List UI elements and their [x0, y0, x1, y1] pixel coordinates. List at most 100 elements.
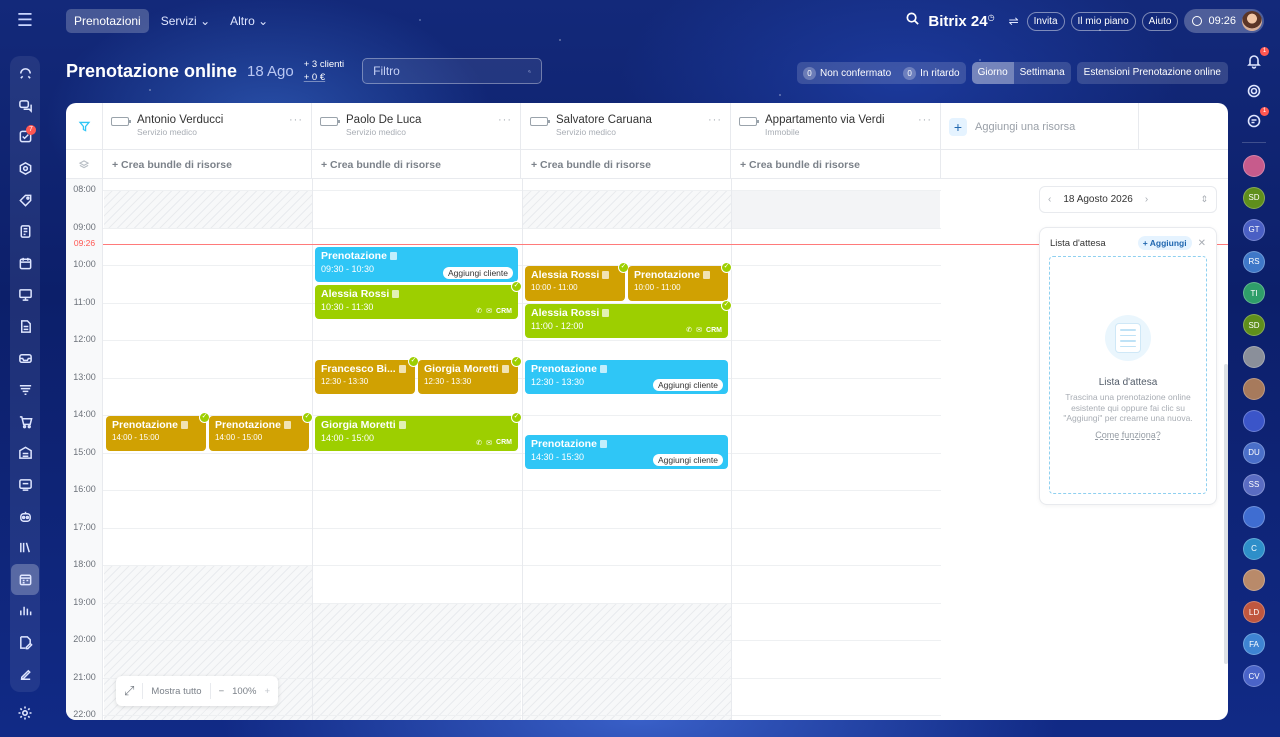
sidebar-item-workspace[interactable]	[11, 279, 39, 311]
recent-chat-avatar[interactable]: C	[1243, 537, 1265, 560]
more-options-icon[interactable]: ···	[498, 114, 512, 126]
expand-icon[interactable]: ⤢	[124, 683, 134, 699]
add-client-button[interactable]: Aggiungi cliente	[652, 379, 723, 392]
recent-chat-avatar[interactable]: FA	[1243, 633, 1265, 656]
nav-prenotazioni[interactable]: Prenotazioni	[66, 9, 149, 33]
crm-label[interactable]: CRM	[496, 308, 512, 315]
recent-chat-avatar[interactable]	[1243, 378, 1265, 401]
invite-button[interactable]: Invita	[1026, 11, 1065, 31]
avatar[interactable]	[1242, 11, 1262, 31]
zoom-out-button[interactable]: −	[219, 686, 225, 697]
recent-chat-avatar[interactable]	[1243, 154, 1265, 177]
recent-chat-avatar[interactable]	[1243, 569, 1265, 592]
message-icon[interactable]: ✉	[696, 326, 702, 334]
worktime-pill[interactable]: 09:26	[1184, 9, 1264, 33]
more-options-icon[interactable]: ···	[918, 114, 932, 126]
phone-icon[interactable]: ✆	[476, 439, 482, 447]
recent-chat-avatar[interactable]: SD	[1243, 314, 1265, 337]
nav-altro[interactable]: Altro ⌄	[222, 9, 276, 33]
booking-card[interactable]: Prenotazione 09:30 - 10:30 Aggiungi client…	[315, 247, 518, 282]
chevron-updown-icon[interactable]: ⇕	[1200, 194, 1208, 205]
my-plan-button[interactable]: Il mio piano	[1070, 11, 1136, 31]
resource-column-header[interactable]: Appartamento via Verdi Immobile ···	[731, 103, 941, 150]
message-icon[interactable]: ✉	[486, 307, 492, 315]
more-options-icon[interactable]: ···	[708, 114, 722, 126]
recent-chat-avatar[interactable]: RS	[1243, 250, 1265, 273]
sidebar-item-crm[interactable]	[11, 153, 39, 185]
create-bundle-button[interactable]: + Crea bundle di risorse	[522, 150, 731, 179]
resource-column-header[interactable]: Salvatore Caruana Servizio medico ···	[522, 103, 731, 150]
sidebar-item-calendar[interactable]	[11, 248, 39, 280]
sidebar-item-chats[interactable]	[11, 90, 39, 122]
view-week-button[interactable]: Settimana	[1014, 62, 1071, 84]
settings-button[interactable]	[0, 705, 50, 721]
waitlist-add-button[interactable]: + Aggiungi	[1137, 236, 1192, 250]
booking-card[interactable]: Prenotazione 14:30 - 15:30 Aggiungi client…	[525, 434, 728, 470]
chevron-left-icon[interactable]: ‹	[1048, 194, 1051, 205]
booking-card[interactable]: Prenotazione 10:00 - 11:00 ✓	[628, 262, 732, 301]
sidebar-item-booking[interactable]	[11, 563, 39, 596]
recent-chat-avatar[interactable]: TI	[1243, 282, 1265, 305]
create-bundle-button[interactable]: + Crea bundle di risorse	[731, 150, 941, 179]
zoom-in-button[interactable]: +	[264, 686, 270, 697]
help-button[interactable]: Aiuto	[1141, 11, 1179, 31]
recent-chat-avatar[interactable]	[1243, 346, 1265, 369]
recent-chat-avatar[interactable]	[1243, 410, 1265, 433]
booking-card[interactable]: Giorgia Moretti 14:00 - 15:00 ✓ ✆ ✉ CRM	[315, 412, 522, 451]
resource-column-header[interactable]: Antonio Verducci Servizio medico ···	[103, 103, 312, 150]
resource-filter-button[interactable]	[66, 103, 103, 150]
sidebar-item-analytics[interactable]	[11, 595, 39, 627]
sidebar-item-drive[interactable]	[11, 311, 39, 343]
date-picker[interactable]: ‹ 18 Agosto 2026 › ⇕	[1039, 186, 1217, 213]
sidebar-item-copilot[interactable]	[11, 500, 39, 532]
add-resource-button[interactable]: + Aggiungi una risorsa	[941, 103, 1139, 150]
clients-count[interactable]: + 3 clienti	[304, 58, 344, 71]
recent-chat-avatar[interactable]: DU	[1243, 441, 1265, 464]
sidebar-item-sign[interactable]	[11, 658, 39, 690]
nav-servizi[interactable]: Servizi ⌄	[153, 9, 218, 33]
waitlist-dropzone[interactable]: Lista d'attesa Trascina una prenotazione…	[1049, 256, 1207, 494]
recent-chat-avatar[interactable]: CV	[1243, 665, 1265, 688]
notifications-button[interactable]: 1	[1243, 47, 1269, 72]
booking-card[interactable]: Prenotazione 14:00 - 15:00 ✓	[209, 412, 313, 451]
recent-chat-avatar[interactable]: SD	[1243, 186, 1265, 209]
recent-chat-avatar[interactable]: GT	[1243, 218, 1265, 241]
booking-card[interactable]: Francesco Bi... 12:30 - 13:30 ✓	[315, 355, 419, 395]
sidebar-item-forms[interactable]	[11, 627, 39, 659]
extensions-button[interactable]: Estensioni Prenotazione online	[1076, 62, 1228, 84]
add-client-button[interactable]: Aggiungi cliente	[442, 266, 513, 279]
phone-icon[interactable]: ✆	[686, 326, 692, 334]
revenue-amount[interactable]: + 0 €	[304, 71, 344, 84]
sidebar-item-knowledge[interactable]	[11, 532, 39, 564]
recent-chat-avatar[interactable]	[1243, 505, 1265, 528]
sidebar-item-automation[interactable]	[11, 374, 39, 406]
add-client-button[interactable]: Aggiungi cliente	[652, 454, 723, 467]
phone-icon[interactable]: ✆	[476, 307, 482, 315]
message-icon[interactable]: ✉	[486, 439, 492, 447]
sidebar-item-cashbox[interactable]	[11, 469, 39, 501]
chevron-right-icon[interactable]: ›	[1145, 194, 1148, 205]
messenger-button[interactable]: 1	[1243, 107, 1269, 132]
sidebar-item-shop[interactable]	[11, 406, 39, 438]
booking-card[interactable]: Prenotazione 14:00 - 15:00 ✓	[106, 412, 210, 451]
crm-label[interactable]: CRM	[706, 327, 722, 334]
booking-card[interactable]: Alessia Rossi 10:30 - 11:30 ✓ ✆ ✉ CRM	[315, 280, 522, 320]
recent-chat-avatar[interactable]: SS	[1243, 473, 1265, 496]
sidebar-item-sales[interactable]	[11, 184, 39, 216]
filter-input[interactable]	[373, 64, 529, 78]
sliders-icon[interactable]: ⇌	[1009, 14, 1019, 28]
panel-scrollbar[interactable]	[1224, 364, 1228, 664]
view-day-button[interactable]: Giorno	[971, 62, 1014, 84]
booking-card[interactable]: Prenotazione 12:30 - 13:30 Aggiungi client…	[525, 359, 728, 395]
filter-search[interactable]	[362, 58, 543, 84]
create-bundle-button[interactable]: + Crea bundle di risorse	[103, 150, 312, 179]
sidebar-item-inbox[interactable]	[11, 342, 39, 374]
resource-column-header[interactable]: Paolo De Luca Servizio medico ···	[312, 103, 521, 150]
booking-card[interactable]: Alessia Rossi 10:00 - 11:00 ✓	[525, 262, 629, 301]
close-icon[interactable]: ✕	[1198, 238, 1206, 249]
open-lines-button[interactable]	[1243, 80, 1265, 102]
day-schedule-grid[interactable]: 08:00 09:00 10:00 11:00 12:00 13:00 14:00 15:00…	[66, 179, 941, 720]
global-search-button[interactable]	[905, 11, 920, 31]
create-bundle-button[interactable]: + Crea bundle di risorse	[312, 150, 521, 179]
sidebar-item-inventory[interactable]	[11, 437, 39, 469]
